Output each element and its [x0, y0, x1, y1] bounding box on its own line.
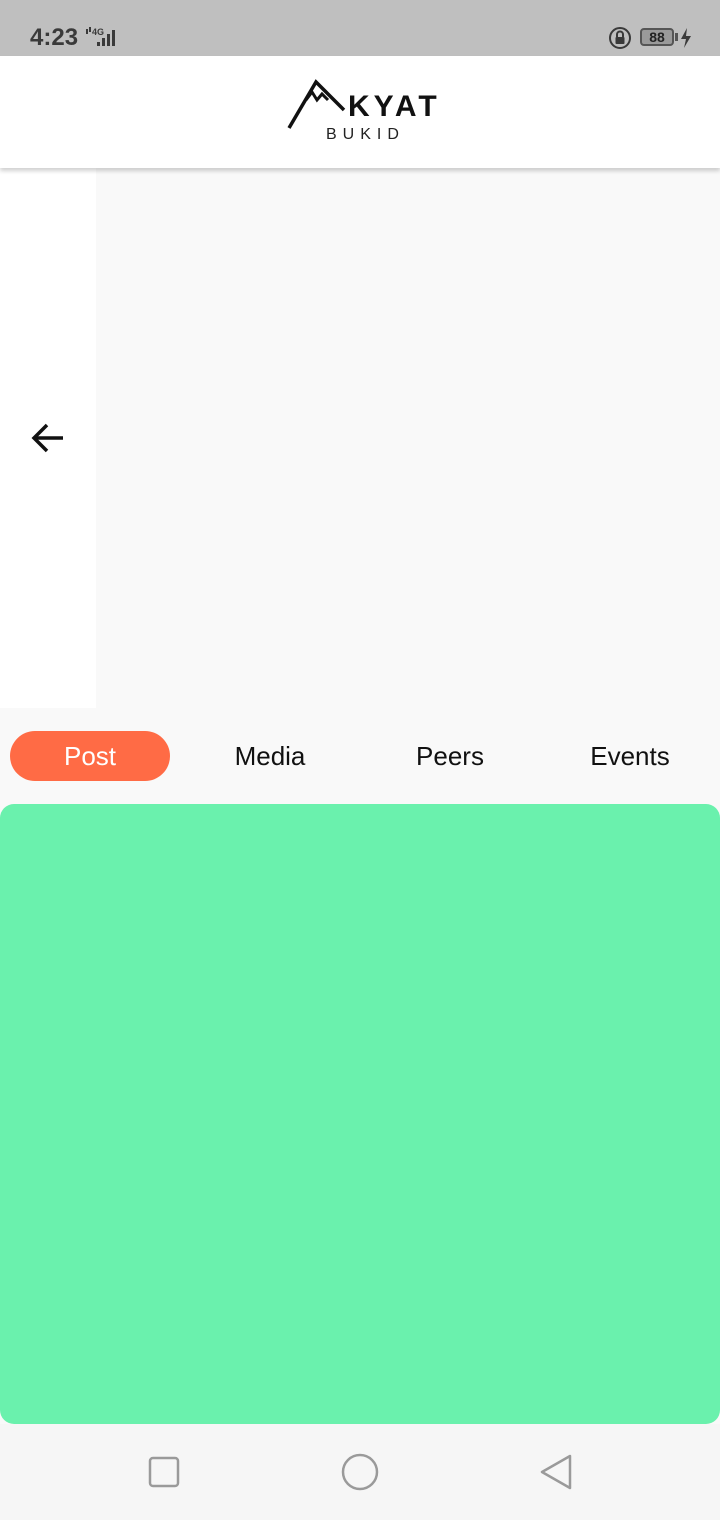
logo-subtitle: BUKID	[326, 126, 405, 143]
profile-tabs: Post Media Peers Events	[0, 708, 720, 804]
back-button[interactable]	[24, 420, 72, 460]
content-card	[0, 804, 720, 1424]
side-panel	[0, 168, 96, 708]
rotation-lock-icon	[608, 26, 632, 55]
logo-wordmark: KYAT	[348, 90, 441, 123]
square-icon[interactable]	[146, 1454, 182, 1495]
signal-icon: 4G	[84, 26, 120, 53]
tab-media[interactable]: Media	[190, 731, 350, 781]
battery-level: 88	[640, 28, 674, 46]
circle-icon[interactable]	[340, 1452, 380, 1497]
arrow-left-icon	[30, 422, 66, 459]
tab-post[interactable]: Post	[10, 731, 170, 781]
charging-bolt-icon	[680, 28, 692, 53]
network-type-label: 4G	[92, 27, 104, 37]
status-time: 4:23	[30, 24, 79, 51]
system-nav-bar	[0, 1424, 720, 1520]
status-bar: 4:23 4G 88	[0, 0, 720, 56]
battery-tip	[675, 33, 678, 41]
app-header: KYAT BUKID	[0, 56, 720, 168]
tab-peers[interactable]: Peers	[370, 731, 530, 781]
triangle-back-icon[interactable]	[536, 1452, 576, 1497]
tab-events[interactable]: Events	[550, 731, 710, 781]
media-area	[96, 168, 720, 708]
